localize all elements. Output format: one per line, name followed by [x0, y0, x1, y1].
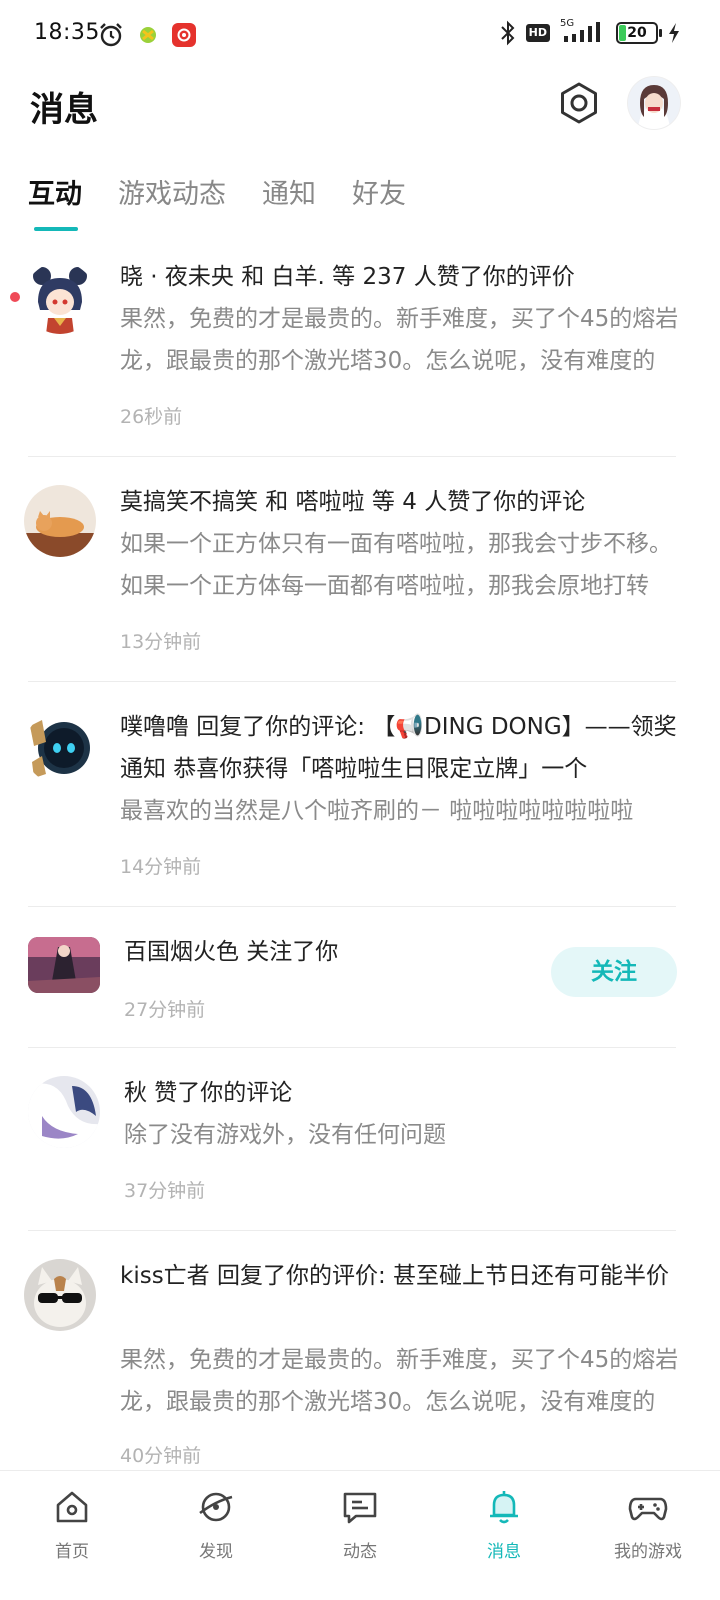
gamepad-icon: [628, 1497, 668, 1521]
message-time: 37分钟前: [124, 1180, 206, 1202]
avatar[interactable]: [24, 485, 96, 557]
my-avatar[interactable]: [628, 77, 680, 129]
home-icon: [56, 1491, 88, 1523]
message-item[interactable]: kiss亡者 回复了你的评价: 甚至碰上节日还有可能半价 果然，免费的才是最贵的…: [0, 1231, 720, 1470]
status-time: 18:35: [34, 20, 100, 45]
message-title: 噗噜噜 回复了你的评论: 【📢DING DONG】——领奖通知 恭喜你获得「嗒啦…: [120, 714, 677, 782]
status-system-icons: HD 5G 20: [500, 18, 680, 46]
bottom-navigation: 首页 发现 动态 消息 我的游戏: [0, 1470, 720, 1600]
tab-notifications[interactable]: 通知: [262, 172, 316, 232]
message-title: 晓 · 夜未央 和 白羊. 等 237 人赞了你的评价: [120, 264, 575, 290]
message-time: 40分钟前: [120, 1445, 202, 1467]
message-item[interactable]: 莫搞笑不搞笑 和 嗒啦啦 等 4 人赞了你的评论 如果一个正方体只有一面有嗒啦啦…: [0, 457, 720, 681]
tab-indicator: [34, 227, 78, 231]
bluetooth-icon: [500, 20, 515, 46]
alarm-icon: [100, 23, 122, 47]
message-item[interactable]: 噗噜噜 回复了你的评论: 【📢DING DONG】——领奖通知 恭喜你获得「嗒啦…: [0, 682, 720, 906]
status-notification-icons: [98, 22, 196, 48]
follow-button[interactable]: 关注: [551, 947, 677, 997]
avatar[interactable]: [24, 262, 96, 334]
nav-label: 消息: [487, 1542, 521, 1562]
hd-icon: HD: [525, 24, 550, 42]
message-time: 13分钟前: [120, 631, 202, 653]
nav-my-games[interactable]: 我的游戏: [576, 1471, 720, 1600]
tab-interaction[interactable]: 互动: [28, 172, 82, 232]
avatar[interactable]: [28, 1076, 100, 1148]
gear-icon: [561, 82, 597, 124]
nav-home[interactable]: 首页: [0, 1471, 144, 1600]
signal-icon: 5G: [560, 18, 606, 46]
message-item[interactable]: 晓 · 夜未央 和 白羊. 等 237 人赞了你的评价 果然，免费的才是最贵的。…: [0, 240, 720, 456]
avatar[interactable]: [24, 712, 96, 784]
message-title: 秋 赞了你的评论: [124, 1080, 293, 1106]
message-body: 如果一个正方体只有一面有嗒啦啦，那我会寸步不移。如果一个正方体每一面都有嗒啦啦，…: [120, 531, 672, 599]
discover-icon: [199, 1492, 233, 1522]
message-time: 14分钟前: [120, 856, 202, 878]
status-bar: 18:35 HD 5G 20: [0, 0, 720, 70]
settings-button[interactable]: [556, 80, 602, 126]
message-time: 26秒前: [120, 406, 183, 428]
message-time: 27分钟前: [124, 999, 206, 1021]
message-item[interactable]: 百国烟火色 关注了你 27分钟前 关注: [0, 907, 720, 1047]
message-body: 果然，免费的才是最贵的。新手难度，买了个45的熔岩龙，跟最贵的那个激光塔30。怎…: [120, 1347, 679, 1415]
nav-feed[interactable]: 动态: [288, 1471, 432, 1600]
unread-dot: [10, 292, 20, 302]
battery-icon: 20: [616, 22, 662, 44]
message-body: 果然，免费的才是最贵的。新手难度，买了个45的熔岩龙，跟最贵的那个激光塔30。怎…: [120, 306, 679, 374]
message-title: 莫搞笑不搞笑 和 嗒啦啦 等 4 人赞了你的评论: [120, 489, 586, 515]
avatar[interactable]: [28, 937, 100, 993]
battery-level: 20: [627, 25, 647, 41]
bell-icon: [490, 1491, 518, 1524]
nav-messages[interactable]: 消息: [432, 1471, 576, 1600]
nav-label: 动态: [343, 1542, 377, 1562]
app-notification-icon: [136, 23, 160, 47]
message-body: 最喜欢的当然是八个啦齐刷的－ 啦啦啦啦啦啦啦啦: [120, 798, 634, 824]
message-item[interactable]: 秋 赞了你的评论 除了没有游戏外，没有任何问题 37分钟前: [0, 1048, 720, 1230]
tab-friends[interactable]: 好友: [352, 172, 406, 232]
nav-label: 发现: [199, 1542, 233, 1562]
tab-game-updates[interactable]: 游戏动态: [118, 172, 226, 232]
page-title: 消息: [30, 90, 98, 130]
nav-label: 首页: [55, 1542, 89, 1562]
charging-icon: [669, 23, 679, 43]
message-body: 除了没有游戏外，没有任何问题: [124, 1122, 446, 1148]
message-tabs: 互动 游戏动态 通知 好友: [28, 172, 406, 232]
message-title: kiss亡者 回复了你的评价: 甚至碰上节日还有可能半价: [120, 1263, 670, 1289]
netease-music-icon: [172, 23, 196, 47]
avatar[interactable]: [24, 1259, 96, 1331]
nav-discover[interactable]: 发现: [144, 1471, 288, 1600]
nav-label: 我的游戏: [614, 1542, 682, 1562]
message-title: 百国烟火色 关注了你: [124, 939, 339, 965]
feed-icon: [343, 1492, 377, 1524]
